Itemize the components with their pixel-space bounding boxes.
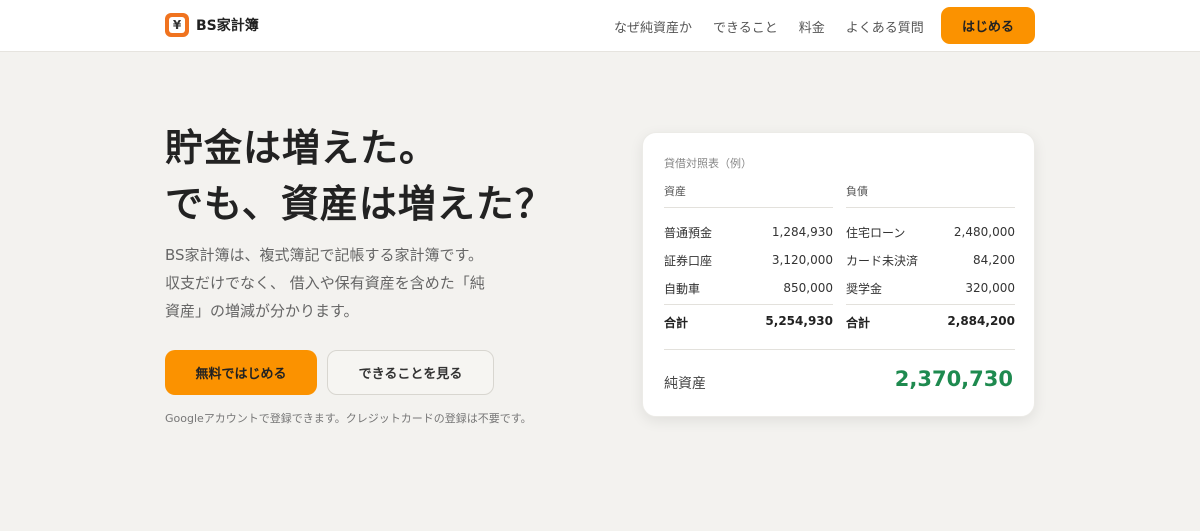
net-worth-label: 純資産 bbox=[664, 376, 706, 392]
main-nav: なぜ純資産か できること 料金 よくある質問 bbox=[614, 17, 924, 36]
liability-value: 84,200 bbox=[973, 253, 1015, 267]
assets-total-row: 合計 5,254,930 bbox=[664, 304, 833, 331]
nav-item-features[interactable]: できること bbox=[713, 17, 778, 36]
site-header: BS家計簿 なぜ純資産か できること 料金 よくある質問 はじめる bbox=[0, 0, 1200, 52]
ledger-icon bbox=[165, 13, 189, 37]
asset-value: 1,284,930 bbox=[771, 225, 833, 239]
assets-total-value: 5,254,930 bbox=[765, 314, 833, 328]
liability-value: 320,000 bbox=[965, 281, 1015, 295]
nav-item-why-net-worth[interactable]: なぜ純資産か bbox=[614, 17, 692, 36]
liabilities-heading: 負債 bbox=[846, 183, 1015, 208]
liability-value: 2,480,000 bbox=[953, 225, 1015, 239]
see-features-button[interactable]: できることを見る bbox=[327, 350, 494, 395]
start-free-button[interactable]: 無料ではじめる bbox=[165, 350, 317, 395]
assets-column: 資産 普通預金 1,284,930 証券口座 3,120,000 自動車 850… bbox=[664, 183, 833, 302]
header-start-button[interactable]: はじめる bbox=[941, 7, 1035, 44]
liabilities-total-row: 合計 2,884,200 bbox=[846, 304, 1015, 331]
card-title: 貸借対照表（例） bbox=[664, 157, 752, 170]
description-line-1: BS家計簿は、複式簿記で記帳する家計簿です。 bbox=[165, 246, 484, 264]
asset-value: 850,000 bbox=[783, 281, 833, 295]
brand-logo[interactable]: BS家計簿 bbox=[165, 13, 259, 37]
asset-row: 自動車 850,000 bbox=[664, 274, 833, 302]
balance-sheet-card: 貸借対照表（例） 資産 普通預金 1,284,930 証券口座 3,120,00… bbox=[642, 132, 1035, 417]
liability-label: 奨学金 bbox=[846, 281, 883, 296]
liabilities-total-value: 2,884,200 bbox=[947, 314, 1015, 328]
signup-note: Googleアカウントで登録できます。クレジットカードの登録は不要です。 bbox=[165, 412, 532, 425]
liability-label: 住宅ローン bbox=[846, 225, 906, 240]
description-line-3: 資産」の増減が分かります。 bbox=[165, 302, 359, 320]
card-divider bbox=[664, 349, 1015, 350]
headline-line-2: でも、資産は増えた？ bbox=[165, 182, 554, 226]
liabilities-column: 負債 住宅ローン 2,480,000 カード未決済 84,200 奨学金 320… bbox=[846, 183, 1015, 302]
asset-label: 自動車 bbox=[664, 281, 701, 296]
net-worth-value: 2,370,730 bbox=[894, 367, 1013, 391]
asset-label: 証券口座 bbox=[664, 253, 713, 268]
asset-row: 証券口座 3,120,000 bbox=[664, 246, 833, 274]
asset-value: 3,120,000 bbox=[771, 253, 833, 267]
headline-line-1: 貯金は増えた。 bbox=[165, 126, 439, 170]
hero-headline: 貯金は増えた。 でも、資産は増えた？ bbox=[165, 120, 554, 232]
liability-label: カード未決済 bbox=[846, 253, 919, 268]
liability-row: 住宅ローン 2,480,000 bbox=[846, 218, 1015, 246]
nav-item-faq[interactable]: よくある質問 bbox=[846, 17, 924, 36]
hero-description: BS家計簿は、複式簿記で記帳する家計簿です。 収支だけでなく、 借入や保有資産を… bbox=[165, 241, 515, 325]
asset-label: 普通預金 bbox=[664, 225, 713, 240]
liabilities-total-label: 合計 bbox=[846, 316, 871, 330]
assets-total-label: 合計 bbox=[664, 316, 689, 330]
liability-row: 奨学金 320,000 bbox=[846, 274, 1015, 302]
description-line-2: 収支だけでなく、 借入や保有資産を含めた「純 bbox=[165, 274, 485, 292]
nav-item-pricing[interactable]: 料金 bbox=[799, 17, 825, 36]
liability-row: カード未決済 84,200 bbox=[846, 246, 1015, 274]
assets-heading: 資産 bbox=[664, 183, 833, 208]
asset-row: 普通預金 1,284,930 bbox=[664, 218, 833, 246]
brand-name: BS家計簿 bbox=[196, 18, 259, 34]
